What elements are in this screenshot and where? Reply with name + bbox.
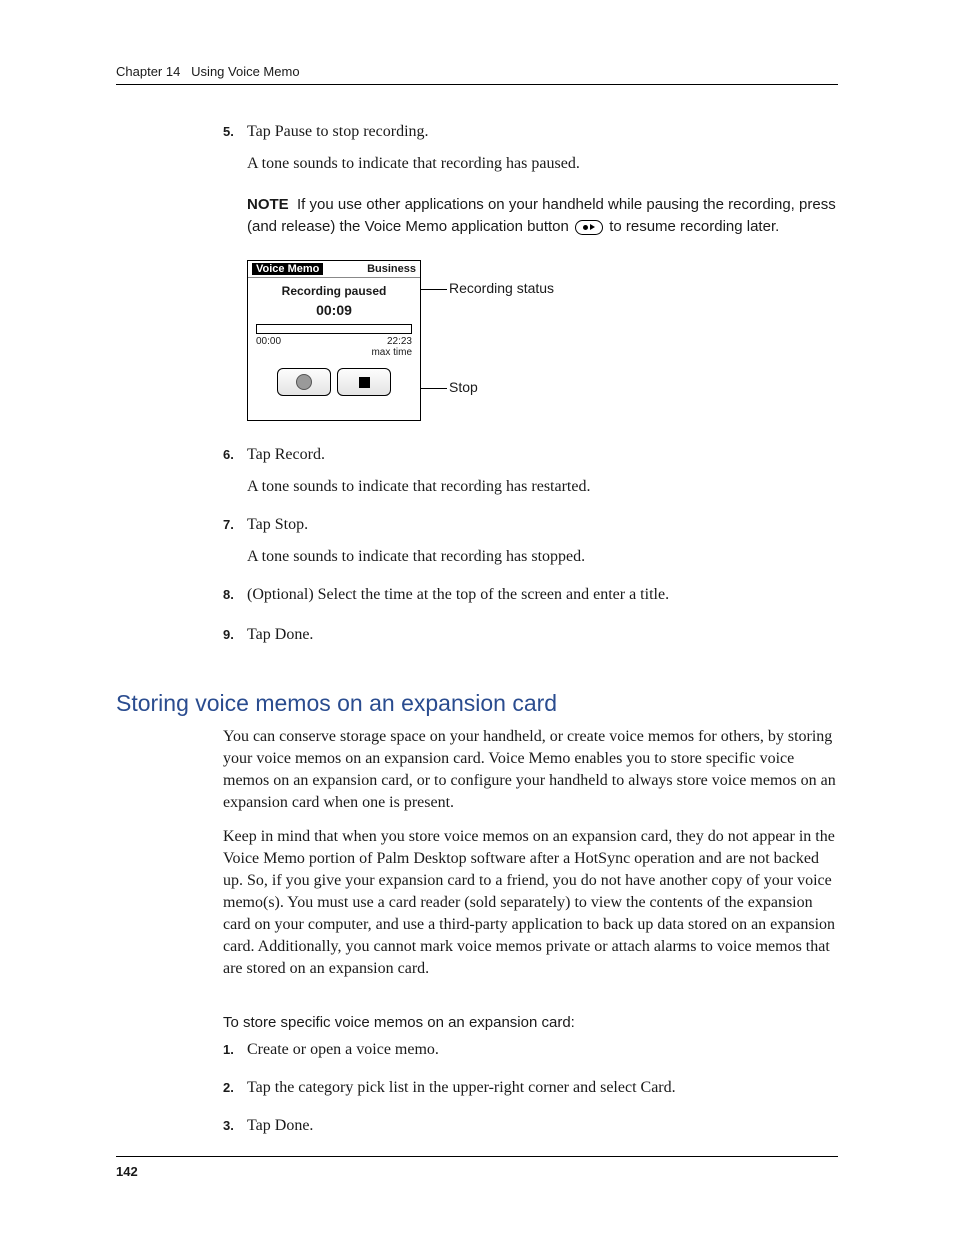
recording-status-text: Recording paused (248, 278, 420, 298)
section-paragraph-2: Keep in mind that when you store voice m… (223, 826, 838, 980)
max-time: 22:23 (387, 336, 412, 347)
record-icon (296, 374, 312, 390)
step-number: 2. (223, 1076, 247, 1100)
step-7: 7. Tap Stop. (223, 513, 838, 537)
annotation-stop: Stop (449, 379, 478, 395)
proc-step-2: 2. Tap the category pick list in the upp… (223, 1076, 838, 1100)
step-text: Tap Done. (247, 1114, 838, 1138)
proc-step-3: 3. Tap Done. (223, 1114, 838, 1138)
step-number: 7. (223, 513, 247, 537)
chapter-title: Using Voice Memo (191, 64, 299, 79)
step-text: Create or open a voice memo. (247, 1038, 838, 1062)
step-6: 6. Tap Record. (223, 443, 838, 467)
section-paragraph-1: You can conserve storage space on your h… (223, 726, 838, 814)
step-number: 6. (223, 443, 247, 467)
elapsed-time: 00:09 (248, 298, 420, 324)
page-number: 142 (116, 1164, 138, 1179)
step-text: (Optional) Select the time at the top of… (247, 583, 838, 607)
step-number: 3. (223, 1114, 247, 1138)
stop-button (337, 368, 391, 396)
step-6-sub: A tone sounds to indicate that recording… (247, 475, 838, 499)
step-8: 8. (Optional) Select the time at the top… (223, 583, 838, 607)
step-5: 5. Tap Pause to stop recording. (223, 120, 838, 144)
footer-rule (116, 1156, 838, 1157)
max-time-label: max time (371, 347, 412, 358)
step-number: 1. (223, 1038, 247, 1062)
running-header: Chapter 14 Using Voice Memo (116, 64, 300, 79)
step-number: 9. (223, 623, 247, 647)
step-number: 5. (223, 120, 247, 144)
header-rule (116, 84, 838, 85)
step-text: Tap the category pick list in the upper-… (247, 1076, 838, 1100)
note-block: NOTE If you use other applications on yo… (247, 194, 838, 238)
chapter-label: Chapter 14 (116, 64, 180, 79)
voice-memo-button-icon (575, 220, 603, 235)
step-text: Tap Pause to stop recording. (247, 120, 838, 144)
proc-step-1: 1. Create or open a voice memo. (223, 1038, 838, 1062)
step-text: Tap Record. (247, 443, 838, 467)
procedure-heading: To store specific voice memos on an expa… (223, 1014, 575, 1031)
note-text-after: to resume recording later. (605, 218, 779, 235)
note-label: NOTE (247, 196, 289, 213)
step-number: 8. (223, 583, 247, 607)
stop-icon (359, 377, 370, 388)
start-time: 00:00 (256, 336, 281, 358)
annotation-recording-status: Recording status (449, 280, 554, 296)
step-text: Tap Done. (247, 623, 838, 647)
step-9: 9. Tap Done. (223, 623, 838, 647)
voice-memo-screenshot: Voice Memo Business Recording paused 00:… (247, 260, 838, 421)
category-picker: Business (367, 263, 416, 275)
step-5-sub: A tone sounds to indicate that recording… (247, 152, 838, 176)
device-screen: Voice Memo Business Recording paused 00:… (247, 260, 421, 421)
record-button (277, 368, 331, 396)
step-text: Tap Stop. (247, 513, 838, 537)
progress-bar (256, 324, 412, 334)
section-heading: Storing voice memos on an expansion card (116, 690, 557, 717)
step-7-sub: A tone sounds to indicate that recording… (247, 545, 838, 569)
app-title: Voice Memo (252, 263, 323, 275)
